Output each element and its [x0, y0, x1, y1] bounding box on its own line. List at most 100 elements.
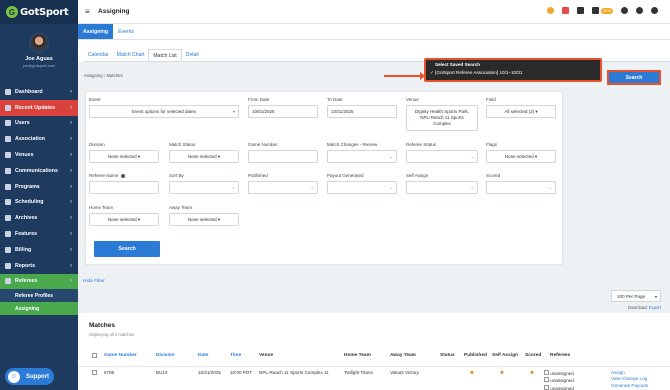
top-icons: NEW: [546, 7, 658, 14]
referee-status-filter: Referee Status ⌄: [406, 142, 478, 163]
away-team-select[interactable]: None selected ▾: [169, 213, 239, 226]
published-label: Published: [248, 173, 268, 178]
field-select[interactable]: All selected (2) ▾: [486, 105, 556, 118]
payout-generated-select[interactable]: ⌄: [327, 181, 397, 194]
referee-slot-label: unassigned: [550, 371, 574, 376]
col-time[interactable]: Time: [230, 353, 241, 358]
published-select[interactable]: ⌄: [248, 181, 318, 194]
sidebar-item-communications[interactable]: Communications ›: [0, 163, 78, 179]
alert-icon[interactable]: [561, 7, 569, 14]
home-team-filter: Home Team None selected ▾: [89, 205, 159, 226]
sidebar-item-billing[interactable]: Billing ›: [0, 242, 78, 258]
event-select[interactable]: Event options for selected dates ▾: [89, 105, 239, 118]
match-changes-select[interactable]: ⌄: [327, 150, 397, 163]
match-status-select[interactable]: None selected ▾: [169, 150, 239, 163]
help-icon[interactable]: [546, 7, 554, 14]
sidebar-item-programs[interactable]: Programs ›: [0, 179, 78, 195]
scored-select[interactable]: ⌄: [486, 181, 556, 194]
sort-by-select[interactable]: ⌄: [169, 181, 239, 194]
hide-filter-link[interactable]: Hide Filter: [83, 279, 105, 284]
user-menu-icon[interactable]: [651, 7, 658, 14]
referee-name-input[interactable]: [89, 181, 159, 194]
game-number-input[interactable]: [248, 150, 318, 163]
generate-payouts-link[interactable]: Generate Payouts: [611, 383, 648, 389]
chevron-down-icon: ⌄: [470, 154, 474, 159]
sidebar-item-label: Archives: [15, 215, 38, 222]
referee-slot[interactable]: unassigned: [544, 384, 574, 390]
tab-events[interactable]: Events: [113, 24, 139, 39]
support-button[interactable]: ☺ Support: [5, 368, 54, 385]
envelope-icon: [5, 167, 11, 174]
sidebar-item-venues[interactable]: Venues ›: [0, 147, 78, 163]
scored-label: Scored: [486, 173, 501, 178]
tab-calendar[interactable]: Calendar: [84, 49, 113, 61]
document-icon[interactable]: [576, 7, 584, 14]
referee-slot[interactable]: unassigned: [544, 370, 574, 377]
chevron-right-icon: ›: [70, 152, 72, 159]
flags-label: Flags: [486, 142, 498, 147]
view-change-log-link[interactable]: View Change Log: [611, 376, 648, 382]
sort-by-filter: Sort By ⌄: [169, 173, 239, 194]
venue-filter: Venue Dignity Health Sports Park, NPL-Re…: [406, 97, 478, 131]
settings-icon[interactable]: [636, 7, 643, 14]
cell-home-team: Twilight Titans: [344, 370, 373, 375]
flags-select[interactable]: None selected ▾: [486, 150, 556, 163]
select-all-checkbox[interactable]: [92, 353, 97, 360]
to-date-input[interactable]: 10/31/2025: [327, 105, 397, 118]
col-game-number[interactable]: Game Number: [104, 353, 137, 358]
sidebar-item-dashboard[interactable]: Dashboard ›: [0, 84, 78, 100]
chevron-down-icon: ⌄: [470, 185, 474, 190]
sidebar-item-referees[interactable]: Referees ›: [0, 273, 78, 290]
support-label: Support: [26, 373, 49, 380]
self-assign-select[interactable]: ⌄: [406, 181, 478, 194]
association-icon: [5, 136, 11, 143]
saved-search-dropdown[interactable]: Select Saved Search ✓ [GotSport Referee …: [424, 58, 602, 82]
venue-select[interactable]: Dignity Health Sports Park, NPL-Reach 11…: [406, 105, 478, 131]
hamburger-menu-icon[interactable]: ≡: [85, 7, 93, 16]
saved-search-title: Select Saved Search: [435, 62, 480, 67]
away-team-value: None selected: [187, 217, 217, 222]
match-status-label: Match Status: [169, 142, 196, 147]
mail-icon[interactable]: [591, 7, 599, 14]
from-date-input[interactable]: 10/01/2025: [248, 105, 318, 118]
home-team-select[interactable]: None selected ▾: [89, 213, 159, 226]
cell-date: 10/21/2025: [198, 370, 221, 375]
search-button[interactable]: Search: [94, 241, 160, 257]
cell-time: 10:00 PDT: [230, 370, 252, 375]
sidebar-subitem-assigning[interactable]: Assigning: [0, 302, 78, 316]
logo[interactable]: G GotSport: [0, 0, 78, 24]
info-icon[interactable]: [120, 173, 125, 178]
sidebar-subitem-referee-profiles[interactable]: Referee Profiles: [0, 289, 78, 303]
chat-icon[interactable]: [621, 7, 628, 14]
matches-subtitle: Displaying all 4 matches: [89, 332, 135, 337]
referee-slot[interactable]: unassigned: [544, 377, 574, 384]
chevron-right-icon: ›: [70, 88, 72, 95]
primary-tabs: Assigning Events: [78, 24, 670, 40]
sidebar-item-archives[interactable]: Archives ›: [0, 210, 78, 226]
support-icon: ☺: [8, 370, 20, 383]
col-division[interactable]: Division: [156, 353, 175, 358]
search-button-top[interactable]: Search: [607, 70, 661, 85]
sidebar-item-scheduling[interactable]: Scheduling ›: [0, 195, 78, 211]
sidebar-item-users[interactable]: Users ›: [0, 116, 78, 132]
tab-match-chart[interactable]: Match Chart: [113, 49, 149, 61]
sidebar-item-features[interactable]: Features ›: [0, 226, 78, 242]
col-date[interactable]: Date: [198, 353, 208, 358]
sidebar-item-recent-updates[interactable]: Recent Updates ›: [0, 99, 78, 116]
per-page-select[interactable]: 100 Per Page ▾: [611, 290, 661, 302]
avatar[interactable]: [29, 33, 49, 53]
sidebar-item-association[interactable]: Association ›: [0, 131, 78, 147]
export-link[interactable]: Export: [649, 305, 661, 310]
table-row: 6785 BU13 10/21/2025 10:00 PDT NPL-Reach…: [78, 366, 670, 390]
referee-status-select[interactable]: ⌄: [406, 150, 478, 163]
division-select[interactable]: None selected ▾: [89, 150, 159, 163]
saved-search-option[interactable]: ✓ [GotSport Referee Association] 10/1–10…: [430, 70, 596, 76]
tab-match-list[interactable]: Match List: [148, 49, 182, 61]
sidebar-item-reports[interactable]: Reports ›: [0, 258, 78, 274]
features-icon: [5, 231, 11, 238]
tab-detail[interactable]: Detail: [182, 49, 203, 61]
user-email[interactable]: joe@gotsport.com: [0, 63, 78, 68]
cell-game-number: 6785: [104, 370, 115, 375]
tab-assigning[interactable]: Assigning: [78, 24, 114, 39]
row-checkbox[interactable]: [92, 370, 97, 376]
